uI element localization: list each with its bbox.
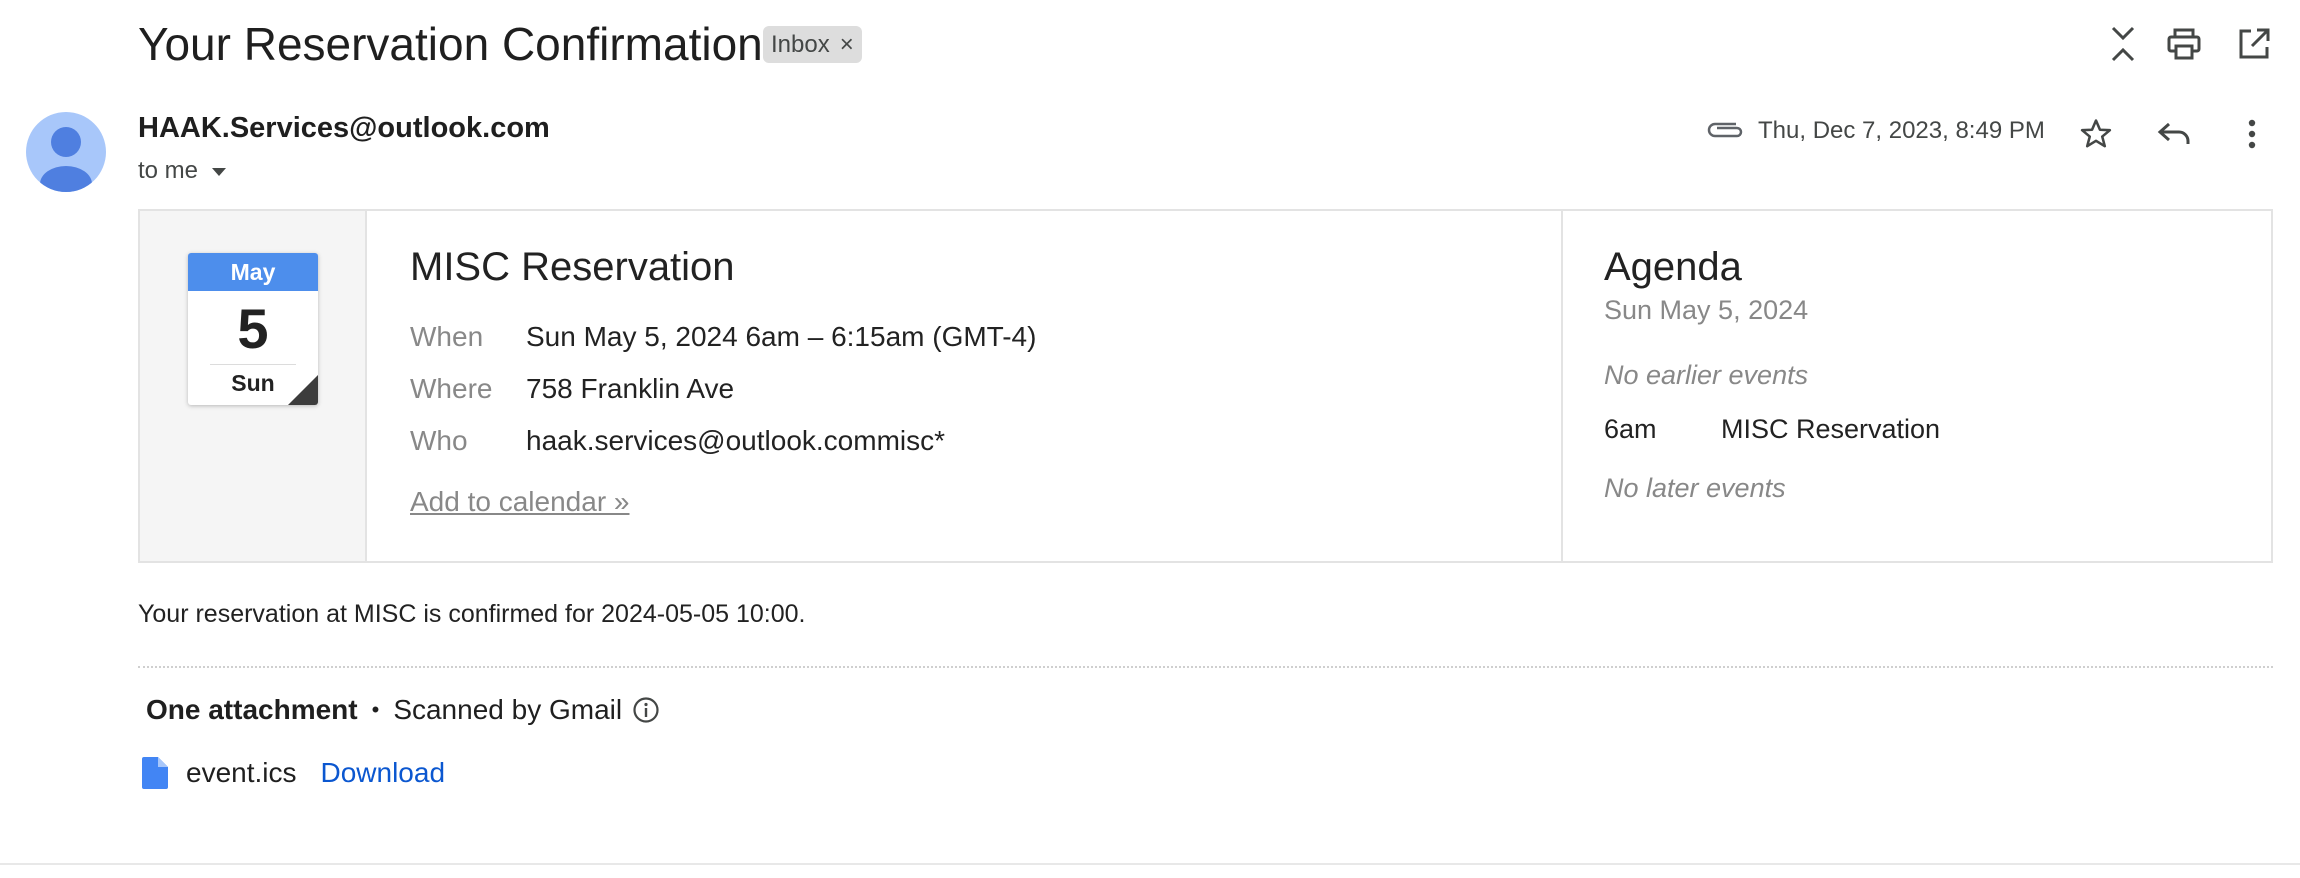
collapse-all-icon[interactable] (2099, 20, 2147, 68)
add-to-calendar-link[interactable]: Add to calendar » (410, 486, 630, 518)
scanned-by-text: Scanned by Gmail (393, 694, 623, 725)
bottom-divider (0, 863, 2300, 865)
open-in-new-window-icon[interactable] (2230, 20, 2278, 68)
calendar-divider (210, 364, 296, 365)
when-label: When (410, 321, 484, 352)
info-icon[interactable] (632, 696, 660, 724)
calendar-date-tile: May 5 Sun (188, 253, 318, 405)
star-icon[interactable] (2072, 110, 2120, 158)
no-earlier-events: No earlier events (1604, 360, 1809, 390)
download-link[interactable]: Download (321, 757, 446, 789)
agenda-event-title: MISC Reservation (1721, 414, 1941, 444)
no-later-events: No later events (1604, 473, 1786, 503)
when-value: Sun May 5, 2024 6am – 6:15am (GMT-4) (526, 321, 1037, 352)
recipient-text: to me (138, 157, 199, 184)
invite-date-panel: May 5 Sun (140, 211, 367, 561)
attachments-header: One attachment • Scanned by Gmail (146, 694, 660, 726)
sender-avatar[interactable] (26, 112, 106, 192)
email-date: Thu, Dec 7, 2023, 8:49 PM (1758, 117, 2045, 144)
print-icon[interactable] (2160, 20, 2208, 68)
recipient-details-toggle[interactable]: to me (138, 157, 228, 185)
calendar-invite-card: May 5 Sun MISC Reservation When Sun May … (138, 209, 2273, 563)
who-value: haak.services@outlook.commisc* (526, 425, 946, 456)
paperclip-icon (1706, 118, 1744, 147)
email-body-text: Your reservation at MISC is confirmed fo… (138, 600, 806, 628)
separator-dot: • (371, 697, 380, 722)
where-label: Where (410, 373, 493, 404)
event-title: MISC Reservation (410, 245, 735, 289)
agenda-date: Sun May 5, 2024 (1604, 295, 1809, 325)
calendar-day: 5 (237, 297, 269, 360)
attachment-row: event.ics Download (140, 756, 445, 790)
attachment-count: One attachment (146, 694, 358, 725)
agenda-event-time: 6am (1604, 414, 1657, 444)
attachments-divider (138, 666, 2273, 668)
caret-down-icon[interactable] (210, 157, 228, 185)
agenda-divider (1561, 211, 1563, 561)
who-label: Who (410, 425, 468, 456)
where-value: 758 Franklin Ave (526, 373, 735, 404)
attachment-file-name[interactable]: event.ics (186, 757, 297, 789)
email-subject: Your Reservation Confirmation (138, 18, 763, 70)
sender-email[interactable]: HAAK.Services@outlook.com (138, 112, 550, 145)
calendar-month: May (188, 253, 318, 291)
page-fold-icon (288, 375, 318, 405)
reply-icon[interactable] (2150, 110, 2198, 158)
remove-label-button[interactable]: × (840, 31, 854, 59)
more-vert-icon[interactable] (2228, 110, 2276, 158)
agenda-title: Agenda (1604, 245, 1742, 289)
label-text: Inbox (771, 30, 830, 58)
inbox-label-chip[interactable]: Inbox × (763, 26, 862, 63)
file-icon (140, 756, 170, 790)
